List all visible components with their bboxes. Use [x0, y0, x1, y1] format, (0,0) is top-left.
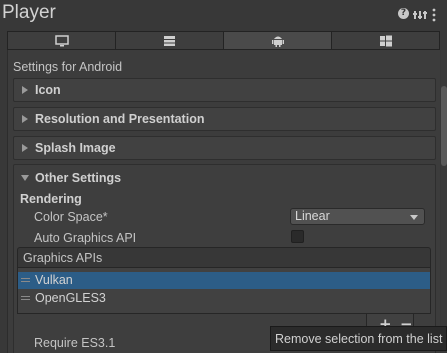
- graphics-apis-list: Vulkan OpenGLES3: [17, 268, 431, 314]
- section-label[interactable]: Other Settings: [35, 171, 121, 185]
- list-item-vulkan[interactable]: Vulkan: [18, 272, 430, 289]
- player-inspector: Player ? Settings for Android Icon Resol…: [0, 0, 447, 353]
- color-space-value: Linear: [295, 209, 330, 223]
- require-es31-label: Require ES3.1: [34, 336, 116, 350]
- chevron-down-icon: [410, 215, 418, 220]
- rendering-heading: Rendering: [20, 192, 82, 206]
- list-item-label: OpenGLES3: [35, 291, 106, 305]
- kebab-menu-icon[interactable]: [431, 8, 443, 22]
- color-space-dropdown[interactable]: Linear: [290, 208, 425, 225]
- android-icon: [271, 36, 284, 47]
- section-other-settings: Other Settings Rendering Color Space* Li…: [13, 164, 436, 353]
- auto-graphics-api-checkbox[interactable]: [291, 230, 304, 243]
- auto-graphics-api-label: Auto Graphics API: [34, 231, 137, 245]
- monitor-icon: [54, 34, 69, 46]
- inspector-header: Player ?: [0, 0, 447, 30]
- help-icon[interactable]: ?: [398, 8, 410, 22]
- settings-subtitle: Settings for Android: [13, 60, 123, 74]
- tab-windows[interactable]: [331, 31, 440, 50]
- drag-handle-icon[interactable]: [21, 296, 30, 300]
- graphics-apis-header-label: Graphics APIs: [23, 251, 103, 265]
- tab-android[interactable]: [223, 31, 331, 50]
- section-label: Icon: [35, 83, 61, 97]
- platform-tabs: [7, 31, 440, 50]
- collapsed-arrow-icon: [22, 115, 28, 123]
- window-title: Player: [2, 2, 56, 23]
- section-splash-image[interactable]: Splash Image: [13, 136, 436, 160]
- collapsed-arrow-icon: [22, 144, 28, 152]
- section-icon[interactable]: Icon: [13, 78, 436, 102]
- scrollbar-thumb[interactable]: [441, 86, 447, 166]
- list-item-opengles3[interactable]: OpenGLES3: [18, 290, 430, 307]
- section-label: Splash Image: [35, 141, 116, 155]
- settings-panel: Settings for Android Icon Resolution and…: [7, 50, 440, 353]
- section-resolution[interactable]: Resolution and Presentation: [13, 107, 436, 131]
- tab-dedicated-server[interactable]: [115, 31, 223, 50]
- tab-standalone[interactable]: [7, 31, 115, 50]
- preset-icon[interactable]: [413, 8, 427, 22]
- color-space-label: Color Space*: [34, 210, 108, 224]
- expanded-arrow-icon[interactable]: [21, 175, 29, 181]
- server-icon: [164, 35, 175, 46]
- collapsed-arrow-icon: [22, 86, 28, 94]
- list-item-label: Vulkan: [35, 273, 73, 287]
- windows-icon: [379, 35, 392, 46]
- section-label: Resolution and Presentation: [35, 112, 205, 126]
- drag-handle-icon[interactable]: [21, 278, 30, 282]
- graphics-apis-list-header: Graphics APIs: [17, 247, 431, 268]
- tooltip: Remove selection from the list: [270, 326, 447, 351]
